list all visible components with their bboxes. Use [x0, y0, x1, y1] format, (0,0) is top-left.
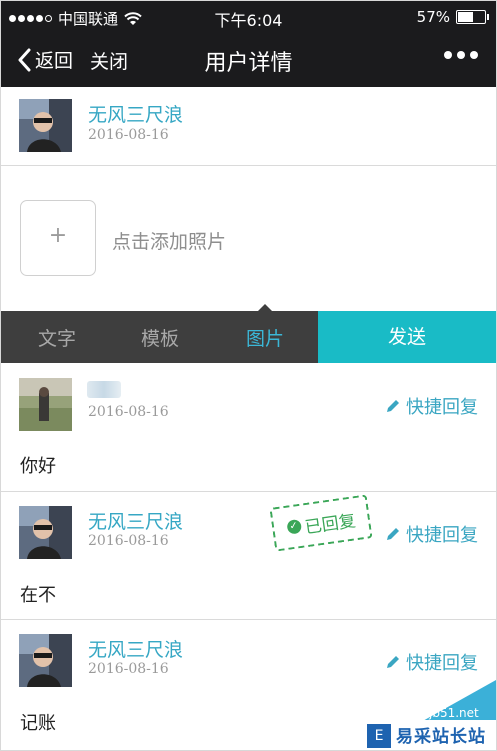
plus-icon: + — [48, 223, 68, 248]
avatar[interactable] — [19, 378, 72, 431]
quick-reply-button[interactable]: 快捷回复 — [385, 521, 478, 547]
avatar[interactable] — [19, 506, 72, 559]
watermark-text: 易采站长站 — [396, 727, 486, 747]
avatar-image — [19, 634, 72, 687]
message-date: 2016-08-16 — [88, 661, 169, 677]
message-text: 你好 — [20, 456, 56, 477]
replied-stamp-label: 已回复 — [303, 510, 357, 538]
message-text: 记账 — [20, 713, 56, 734]
quick-reply-label: 快捷回复 — [406, 397, 478, 418]
add-photo-button[interactable]: + — [20, 200, 96, 276]
status-right: 57% — [416, 8, 489, 26]
quick-reply-label: 快捷回复 — [406, 653, 478, 674]
quick-reply-label: 快捷回复 — [406, 525, 478, 546]
message-name[interactable]: 无风三尺浪 — [88, 635, 183, 662]
battery-percent: 57% — [416, 8, 450, 26]
profile-date: 2016-08-16 — [88, 127, 169, 143]
battery-icon — [456, 10, 489, 24]
list-item: 2016-08-16 快捷回复 你好 — [1, 363, 496, 491]
watermark-url: jb51.net — [429, 706, 479, 720]
profile-header: 无风三尺浪 2016-08-16 — [1, 87, 496, 165]
quick-reply-button[interactable]: 快捷回复 — [385, 649, 478, 675]
close-button[interactable]: 关闭 — [90, 47, 128, 74]
message-date: 2016-08-16 — [88, 404, 169, 420]
chevron-left-icon — [18, 48, 31, 71]
status-bar: 中国联通 下午6:04 57% — [1, 1, 496, 34]
avatar-image — [19, 99, 72, 152]
watermark-logo-icon: E — [367, 724, 391, 748]
send-button[interactable]: 发送 — [318, 311, 496, 363]
avatar-image — [19, 378, 72, 431]
page-title: 用户详情 — [204, 51, 293, 76]
tab-text[interactable]: 文字 — [38, 324, 76, 351]
pencil-icon — [387, 656, 399, 668]
message-text: 在不 — [20, 585, 56, 606]
avatar[interactable] — [19, 99, 72, 152]
avatar[interactable] — [19, 634, 72, 687]
add-photo-label[interactable]: 点击添加照片 — [112, 227, 226, 254]
profile-name[interactable]: 无风三尺浪 — [88, 100, 183, 127]
check-icon: ✓ — [285, 518, 302, 535]
pencil-icon — [387, 400, 399, 412]
nav-bar: 返回 关闭 用户详情 — [1, 34, 496, 87]
back-label: 返回 — [35, 50, 74, 72]
tab-image[interactable]: 图片 — [246, 324, 284, 351]
watermark-logo: E 易采站长站 — [365, 720, 496, 750]
list-item: 无风三尺浪 2016-08-16 快捷回复 在不 — [1, 492, 496, 619]
blurred-name — [87, 381, 121, 398]
tab-template[interactable]: 模板 — [141, 324, 179, 351]
message-date: 2016-08-16 — [88, 533, 169, 549]
back-button[interactable]: 返回 — [17, 46, 73, 73]
app-frame: 中国联通 下午6:04 57% 返回 关闭 用户详情 无风三尺浪 2016-08… — [0, 0, 497, 751]
message-name[interactable]: 无风三尺浪 — [88, 507, 183, 534]
avatar-image — [19, 506, 72, 559]
more-menu-icon[interactable] — [444, 51, 478, 59]
pencil-icon — [387, 528, 399, 540]
quick-reply-button[interactable]: 快捷回复 — [385, 393, 478, 419]
